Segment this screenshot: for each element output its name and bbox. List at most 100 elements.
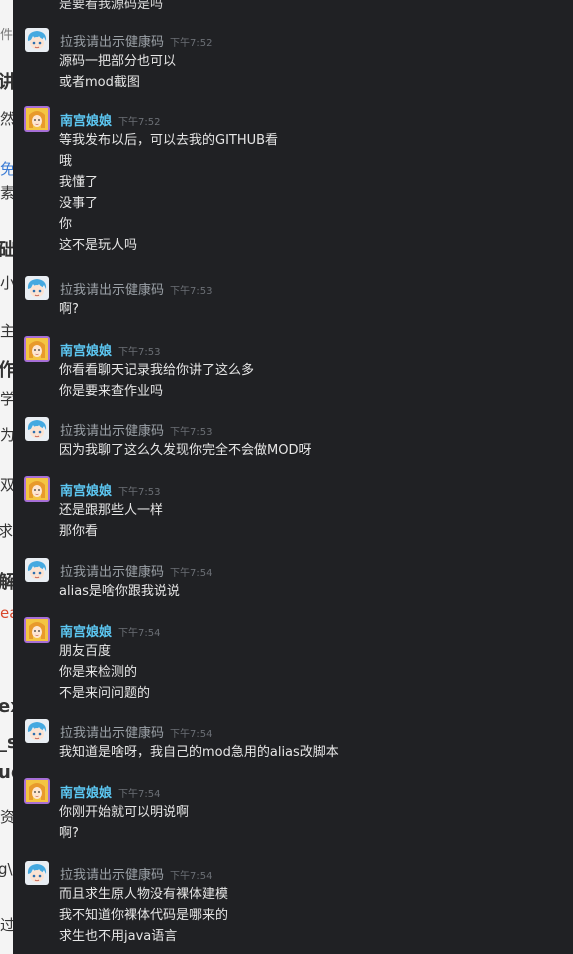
username[interactable]: 拉我请出示健康码: [60, 864, 164, 883]
background-text-fragment: 为: [0, 426, 13, 444]
username[interactable]: 南宫娘娘: [60, 340, 112, 359]
timestamp: 下午7:53: [118, 347, 161, 358]
background-text-fragment: 解: [0, 572, 13, 593]
cartoon-blue-hair-avatar-icon[interactable]: [25, 276, 49, 300]
username[interactable]: 拉我请出示健康码: [60, 279, 164, 298]
background-text-fragment: 件: [0, 28, 13, 43]
message-group: 南宫娘娘 下午7:52 等我发布以后，可以去我的GITHUB看哦我懂了没事了你这不是…: [13, 106, 573, 259]
background-text-fragment: g\: [0, 860, 13, 878]
timestamp: 下午7:53: [170, 427, 213, 438]
cartoon-blue-hair-avatar-icon[interactable]: [25, 417, 49, 441]
timestamp: 下午7:53: [118, 487, 161, 498]
message-header: 拉我请出示健康码 下午7:54: [60, 722, 212, 741]
timestamp: 下午7:52: [170, 38, 213, 49]
cartoon-blue-hair-avatar-icon[interactable]: [25, 28, 49, 52]
message-line: 还是跟那些人一样: [59, 503, 164, 518]
message-header: 拉我请出示健康码 下午7:53: [60, 279, 212, 298]
background-text-fragment: 础: [0, 240, 13, 261]
message-header: 南宫娘娘 下午7:52: [60, 110, 160, 129]
message-line: 这不是玩人吗: [59, 238, 138, 253]
background-text-fragment: 然: [0, 110, 13, 128]
cartoon-girl-avatar-icon[interactable]: [24, 617, 50, 643]
message-header: 南宫娘娘 下午7:54: [60, 782, 160, 801]
timestamp: 下午7:54: [170, 568, 213, 579]
background-text-fragment: 求: [0, 522, 13, 540]
username[interactable]: 南宫娘娘: [60, 621, 112, 640]
timestamp: 下午7:54: [170, 871, 213, 882]
cartoon-blue-hair-avatar-icon[interactable]: [25, 558, 49, 582]
background-text-fragment: ud: [0, 762, 13, 783]
background-text-fragment: 免: [0, 160, 13, 178]
cartoon-girl-avatar-icon[interactable]: [24, 476, 50, 502]
username[interactable]: 拉我请出示健康码: [60, 722, 164, 741]
message-header: 南宫娘娘 下午7:53: [60, 480, 160, 499]
message-line: 没事了: [59, 196, 99, 211]
message-line: 我懂了: [59, 175, 99, 190]
message-group: 拉我请出示健康码 下午7:53 因为我聊了这么久发现你完全不会做MOD呀: [13, 417, 573, 464]
message-line: 你是来检测的: [59, 665, 138, 680]
background-text-fragment: 作: [0, 360, 13, 381]
message-header: 南宫娘娘 下午7:54: [60, 621, 160, 640]
chat-log: 是要看我源码是吗 拉我请出示健康码 下午7:52 源码一把部分也可以 或者mod截图南…: [13, 0, 573, 954]
message-line: 不是来问问题的: [59, 686, 151, 701]
username[interactable]: 南宫娘娘: [60, 110, 112, 129]
message-line: 求生也不用java语言: [59, 929, 178, 944]
background-text-fragment: ex: [0, 696, 13, 717]
message-group: 拉我请出示健康码 下午7:52 源码一把部分也可以 或者mod截图: [13, 28, 573, 96]
background-text-fragment: 过: [0, 916, 13, 934]
cartoon-girl-avatar-icon[interactable]: [24, 778, 50, 804]
message-line: 啊?: [59, 826, 79, 841]
message-line: 哦: [59, 154, 73, 169]
background-text-fragment: 学: [0, 390, 13, 408]
message-line: 源码一把部分也可以: [59, 54, 177, 69]
message-line: 是要看我源码是吗: [59, 0, 164, 12]
username[interactable]: 南宫娘娘: [60, 480, 112, 499]
message-line: alias是啥你跟我说说: [59, 584, 180, 599]
message-group: 拉我请出示健康码 下午7:54 而且求生原人物没有裸体建模 我不知道你裸体代码是哪来的…: [13, 861, 573, 950]
cartoon-girl-avatar-icon[interactable]: [24, 106, 50, 132]
message-line: 我知道是啥呀，我自己的mod急用的alias改脚本: [59, 745, 339, 760]
message-line: 我不知道你裸体代码是哪来的: [59, 908, 229, 923]
message-line: 那你看: [59, 524, 99, 539]
cartoon-blue-hair-avatar-icon[interactable]: [25, 719, 49, 743]
cartoon-girl-avatar-icon[interactable]: [24, 336, 50, 362]
message-line: 或者mod截图: [59, 75, 140, 90]
background-text-fragment: 小: [0, 274, 13, 292]
message-line: 你是要来查作业吗: [59, 384, 164, 399]
background-text-fragment: _s: [0, 732, 13, 753]
cartoon-blue-hair-avatar-icon[interactable]: [25, 861, 49, 885]
message-group: 南宫娘娘 下午7:53 还是跟那些人一样 那你看: [13, 476, 573, 545]
background-text-fragment: 双: [0, 476, 13, 494]
message-group: 拉我请出示健康码 下午7:54 alias是啥你跟我说说: [13, 558, 573, 605]
message-line: 等我发布以后，可以去我的GITHUB看: [59, 133, 279, 148]
background-text-fragment: 讲: [0, 72, 13, 93]
background-text-fragment: 资: [0, 808, 13, 826]
message-group: 拉我请出示健康码 下午7:54 我知道是啥呀，我自己的mod急用的alias改脚本: [13, 719, 573, 766]
message-line: 你: [59, 217, 73, 232]
message-line: 朋友百度: [59, 644, 112, 659]
background-page-strip: 件讲然免素础小主作学为双求解 ea ex _sud 资 g\ 过: [0, 0, 13, 954]
background-text-fragment: 素: [0, 184, 13, 202]
message-group: 拉我请出示健康码 下午7:53 啊?: [13, 276, 573, 323]
message-line: 你刚开始就可以明说啊: [59, 805, 190, 820]
message-header: 拉我请出示健康码 下午7:52: [60, 31, 212, 50]
message-group: 南宫娘娘 下午7:54 你刚开始就可以明说啊 啊?: [13, 778, 573, 847]
timestamp: 下午7:54: [170, 729, 213, 740]
username[interactable]: 南宫娘娘: [60, 782, 112, 801]
message-header: 拉我请出示健康码 下午7:54: [60, 864, 212, 883]
background-text-fragment: ea: [0, 604, 13, 622]
message-group: 南宫娘娘 下午7:54 朋友百度你是来检测的 不是来问问题的: [13, 617, 573, 707]
message-line: 啊?: [59, 302, 79, 317]
message-line: 而且求生原人物没有裸体建模: [59, 887, 229, 902]
message-line: 你看看聊天记录我给你讲了这么多: [59, 363, 255, 378]
username[interactable]: 拉我请出示健康码: [60, 31, 164, 50]
timestamp: 下午7:54: [118, 789, 161, 800]
username[interactable]: 拉我请出示健康码: [60, 561, 164, 580]
timestamp: 下午7:54: [118, 628, 161, 639]
message-header: 拉我请出示健康码 下午7:54: [60, 561, 212, 580]
timestamp: 下午7:53: [170, 286, 213, 297]
message-line: 因为我聊了这么久发现你完全不会做MOD呀: [59, 443, 312, 458]
message-header: 南宫娘娘 下午7:53: [60, 340, 160, 359]
username[interactable]: 拉我请出示健康码: [60, 420, 164, 439]
message-header: 拉我请出示健康码 下午7:53: [60, 420, 212, 439]
